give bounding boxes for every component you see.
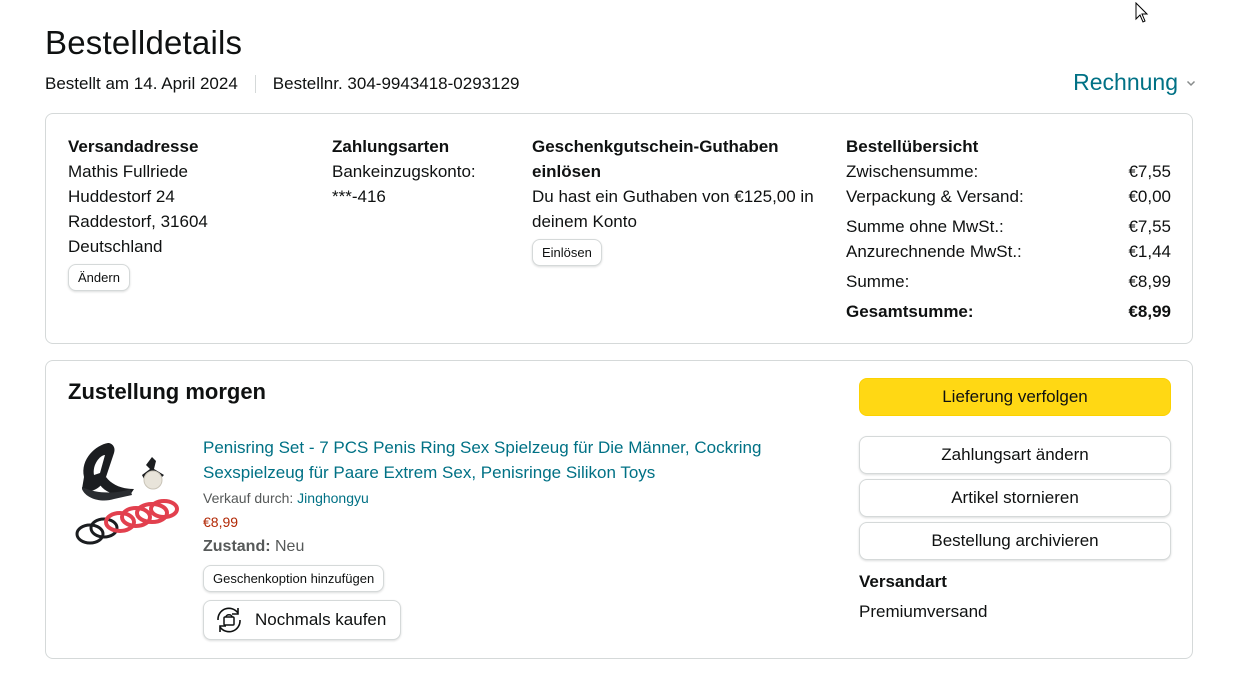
summary-label: Zwischensumme: [846,162,979,181]
product-image[interactable] [72,437,182,552]
summary-row-subtotal: Zwischensumme: €7,55 [846,159,1171,184]
condition-value: Neu [275,538,305,555]
page-title: Bestelldetails [45,24,243,61]
gift-card-heading-line: Geschenkgutschein-Guthaben [532,137,779,156]
invoice-dropdown[interactable]: Rechnung [1073,69,1196,96]
summary-label: Anzurechnende MwSt.: [846,242,1022,261]
shipping-method-value: Premiumversand [859,602,988,621]
gift-card-balance-text: Du hast ein Guthaben von €125,00 in [532,187,814,206]
summary-value: €0,00 [1128,187,1171,206]
summary-row-net: Summe ohne MwSt.: €7,55 [846,214,1171,239]
payment-account: ***-416 [332,187,386,206]
address-line: Raddestorf, 31604 [68,212,208,231]
summary-value: €7,55 [1128,217,1171,236]
order-date: Bestellt am 14. April 2024 [45,74,238,93]
add-gift-option-button[interactable]: Geschenkoption hinzufügen [203,565,385,592]
delivery-box: Zustellung morgen Penisring Set - 7 PCS … [45,360,1193,659]
payment-section: Zahlungsarten Bankeinzugskonto: ***-416 [332,134,512,209]
summary-label: Verpackung & Versand: [846,187,1024,206]
product-title-line: Penisring Set - 7 PCS Penis Ring Sex Spi… [203,438,762,457]
buy-again-label: Nochmals kaufen [255,610,387,629]
gift-card-heading: Geschenkgutschein-Guthaben einlösen [532,134,832,184]
order-details-page: Bestelldetails Bestellt am 14. April 202… [0,0,1258,683]
divider [254,75,256,93]
summary-label: Gesamtsumme: [846,302,974,321]
delivery-status-heading: Zustellung morgen [68,379,266,404]
seller-info: Verkauf durch: Jinghongyu [203,487,823,509]
payment-method: Bankeinzugskonto: [332,162,476,181]
order-meta: Bestellt am 14. April 2024 Bestellnr. 30… [45,74,519,94]
order-summary-section: Bestellübersicht Zwischensumme: €7,55 Ve… [846,134,1176,324]
order-info-box: Versandadresse Mathis Fullriede Huddesto… [45,113,1193,344]
change-payment-button[interactable]: Zahlungsart ändern [859,436,1171,474]
product-title-line: Sexspielzeug für Paare Extrem Sex, Penis… [203,463,656,482]
address-line: Huddestorf 24 [68,187,175,206]
buy-again-button[interactable]: Nochmals kaufen [203,600,402,640]
shipping-address-section: Versandadresse Mathis Fullriede Huddesto… [68,134,298,291]
summary-value: €1,44 [1128,242,1171,261]
summary-value: €8,99 [1128,302,1171,321]
summary-row-total: Gesamtsumme: €8,99 [846,299,1171,324]
invoice-label: Rechnung [1073,69,1178,95]
product-info: Penisring Set - 7 PCS Penis Ring Sex Spi… [203,435,823,640]
product-condition: Zustand: Neu [203,535,823,559]
address-line: Mathis Fullriede [68,162,188,181]
sold-by-label: Verkauf durch: [203,490,294,506]
summary-row-sum: Summe: €8,99 [846,269,1171,294]
gift-card-heading-line: einlösen [532,162,601,181]
order-number: Bestellnr. 304-9943418-0293129 [272,74,520,93]
summary-value: €7,55 [1128,162,1171,181]
track-delivery-button[interactable]: Lieferung verfolgen [859,378,1171,416]
summary-label: Summe ohne MwSt.: [846,217,1004,236]
order-actions: Lieferung verfolgen Zahlungsart ändern A… [859,378,1171,624]
seller-link[interactable]: Jinghongyu [297,490,369,506]
product-price: €8,99 [203,514,239,530]
mouse-cursor-icon [1135,2,1149,23]
order-summary-heading: Bestellübersicht [846,137,979,156]
summary-label: Summe: [846,272,910,291]
summary-value: €8,99 [1128,272,1171,291]
shipping-address-heading: Versandadresse [68,137,199,156]
gift-card-balance-text: deinem Konto [532,212,637,231]
product-title-link[interactable]: Penisring Set - 7 PCS Penis Ring Sex Spi… [203,435,823,485]
shipping-method-label: Versandart [859,572,947,591]
condition-label: Zustand: [203,538,271,555]
payment-heading: Zahlungsarten [332,137,450,156]
cancel-items-button[interactable]: Artikel stornieren [859,479,1171,517]
chevron-down-icon [1186,80,1196,86]
redeem-button[interactable]: Einlösen [532,239,602,266]
buy-again-icon [217,607,241,633]
change-address-button[interactable]: Ändern [68,264,130,291]
address-line: Deutschland [68,237,163,256]
summary-row-vat: Anzurechnende MwSt.: €1,44 [846,239,1171,264]
archive-order-button[interactable]: Bestellung archivieren [859,522,1171,560]
summary-row-shipping: Verpackung & Versand: €0,00 [846,184,1171,209]
gift-card-section: Geschenkgutschein-Guthaben einlösen Du h… [532,134,832,266]
